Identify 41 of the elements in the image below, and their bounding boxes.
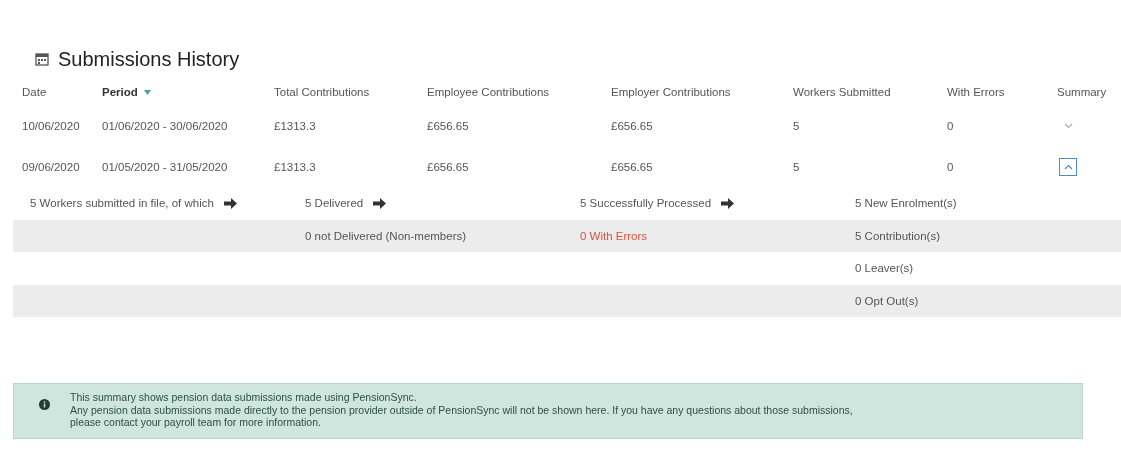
collapse-button[interactable] bbox=[1059, 158, 1077, 176]
column-header[interactable]: Workers Submitted bbox=[793, 86, 891, 98]
page-title: Submissions History bbox=[58, 47, 240, 71]
info-icon bbox=[39, 399, 50, 410]
info-text: Any pension data submissions made directly to the pension provider outside of PensionSync will not be shown here. If you have any questions about those submissions, bbox=[70, 403, 853, 416]
sort-caret-icon[interactable] bbox=[143, 89, 151, 95]
column-header[interactable]: Total Contributions bbox=[274, 86, 370, 98]
summary-text: 5 Contribution(s) bbox=[855, 229, 940, 242]
table-cell: £656.65 bbox=[427, 161, 469, 173]
table-cell: 09/06/2020 bbox=[22, 161, 80, 173]
table-cell: 01/05/2020 - 31/05/2020 bbox=[102, 161, 228, 173]
column-header[interactable]: With Errors bbox=[947, 86, 1005, 98]
column-header[interactable]: Summary bbox=[1057, 86, 1107, 98]
summary-text: 0 Leaver(s) bbox=[855, 262, 914, 275]
column-header[interactable]: Period bbox=[102, 86, 138, 98]
table-cell: £1313.3 bbox=[274, 120, 316, 132]
summary-text: 0 not Delivered (Non-members) bbox=[305, 229, 467, 242]
column-header[interactable]: Date bbox=[22, 86, 47, 98]
table-cell: £656.65 bbox=[427, 120, 469, 132]
summary-text: 5 Delivered bbox=[305, 197, 364, 210]
table-cell: £656.65 bbox=[611, 120, 653, 132]
info-text: please contact your payroll team for more information. bbox=[70, 416, 322, 429]
calendar-icon bbox=[35, 52, 49, 66]
summary-text: 5 New Enrolment(s) bbox=[855, 197, 957, 210]
table-cell: 10/06/2020 bbox=[22, 120, 80, 132]
summary-text: 0 With Errors bbox=[580, 229, 648, 242]
table-cell: £656.65 bbox=[611, 161, 653, 173]
table-cell: £1313.3 bbox=[274, 161, 316, 173]
table-cell: 0 bbox=[947, 120, 954, 132]
column-header[interactable]: Employee Contributions bbox=[427, 86, 550, 98]
summary-text: 5 Workers submitted in file, of which bbox=[30, 197, 214, 210]
table-cell: 5 bbox=[793, 120, 800, 132]
summary-text: 5 Successfully Processed bbox=[580, 197, 712, 210]
chevron-down-icon bbox=[1063, 123, 1073, 129]
table-cell: 01/06/2020 - 30/06/2020 bbox=[102, 120, 228, 132]
chevron-up-icon bbox=[1063, 164, 1073, 170]
table-cell: 5 bbox=[793, 161, 800, 173]
table-cell: 0 bbox=[947, 161, 954, 173]
column-header[interactable]: Employer Contributions bbox=[611, 86, 731, 98]
info-text: This summary shows pension data submissions made using PensionSync. bbox=[70, 391, 418, 404]
summary-text: 0 Opt Out(s) bbox=[855, 294, 919, 307]
